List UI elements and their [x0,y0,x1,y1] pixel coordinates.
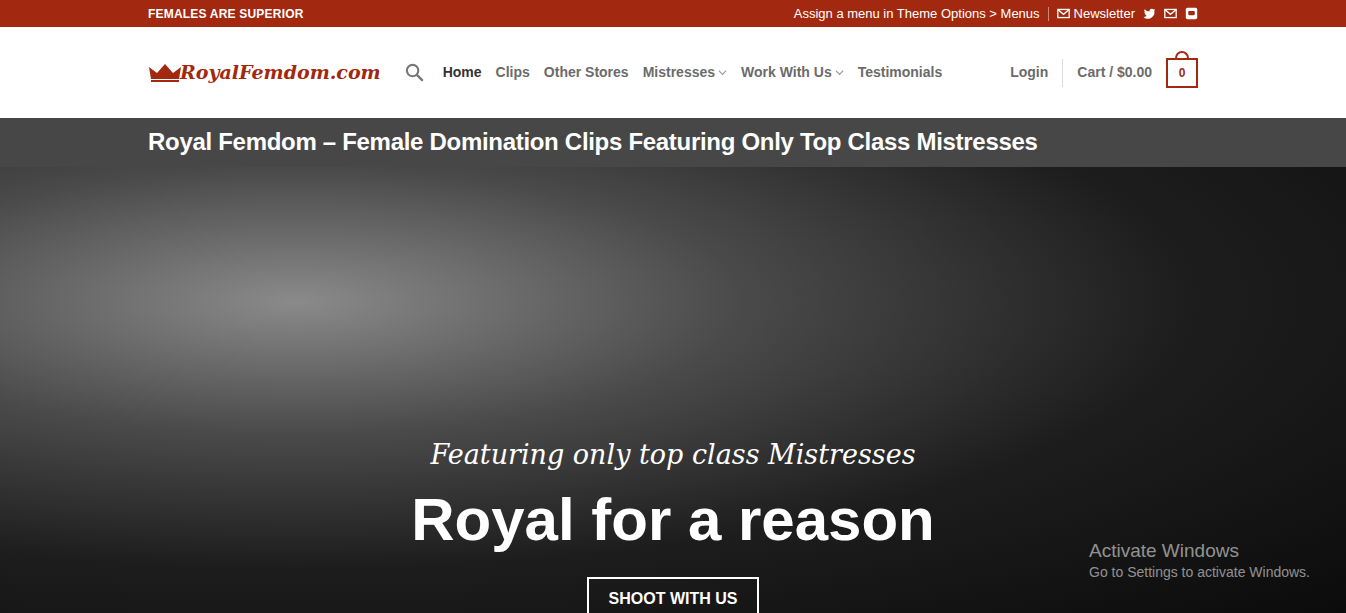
nav-label: Other Stores [544,62,629,83]
nav-item[interactable]: Home [436,56,489,89]
nav-item[interactable]: Work With Us [734,56,851,89]
nav-label: Testimonials [858,62,943,83]
top-bar: FEMALES ARE SUPERIOR Assign a menu in The… [0,0,1346,27]
mail-icon[interactable] [1164,7,1177,20]
nav-label: Clips [496,62,530,83]
watermark-subtitle: Go to Settings to activate Windows. [1089,563,1310,581]
login-link[interactable]: Login [1010,62,1048,83]
hero-kicker: Featuring only top class Mistresses [0,435,1346,475]
nav-item[interactable]: Mistresses [636,56,734,89]
chat-icon[interactable] [1185,7,1198,20]
nav-label: Home [443,62,482,83]
top-bar-inner: FEMALES ARE SUPERIOR Assign a menu in The… [133,0,1213,27]
newsletter-link[interactable]: Newsletter [1057,4,1135,24]
shoot-with-us-button[interactable]: SHOOT WITH US [587,577,760,613]
title-bar-inner: Royal Femdom – Female Domination Clips F… [133,118,1213,167]
nav-label: Work With Us [741,62,832,83]
logo-text: RoyalFemdom.com [180,58,381,87]
menu-notice: Assign a menu in Theme Options > Menus [794,4,1040,24]
divider [1062,59,1063,87]
twitter-icon[interactable] [1143,7,1156,20]
hero-banner: Featuring only top class MistressesRoyal… [0,167,1346,613]
logo[interactable]: RoyalFemdom.com [148,58,381,87]
search-icon[interactable] [405,63,424,82]
nav-item[interactable]: Testimonials [851,56,950,89]
activation-watermark: Activate WindowsGo to Settings to activa… [1089,539,1310,581]
newsletter-label: Newsletter [1074,4,1135,24]
nav-label: Mistresses [643,62,715,83]
tagline: FEMALES ARE SUPERIOR [148,5,304,23]
divider [1048,7,1049,21]
crown-icon [148,63,182,83]
watermark-title: Activate Windows [1089,539,1310,563]
top-bar-right: Assign a menu in Theme Options > Menus Ne… [794,4,1198,24]
main-nav: Home Clips Other Stores Mistresses Work With… [436,56,950,89]
header-inner: RoyalFemdom.com Home Clips Other Stores Mist… [133,27,1213,118]
cart-link[interactable]: Cart / $0.00 [1077,62,1152,83]
title-bar: Royal Femdom – Female Domination Clips F… [0,118,1346,167]
chevron-down-icon [835,68,844,77]
nav-item[interactable]: Clips [489,56,537,89]
header: RoyalFemdom.com Home Clips Other Stores Mist… [0,27,1346,118]
nav-item[interactable]: Other Stores [537,56,636,89]
chevron-down-icon [718,68,727,77]
cart-count[interactable]: 0 [1166,58,1198,88]
envelope-icon [1057,7,1070,20]
account-area: Login Cart / $0.00 0 [1010,58,1198,88]
page-title: Royal Femdom – Female Domination Clips F… [148,118,1198,167]
